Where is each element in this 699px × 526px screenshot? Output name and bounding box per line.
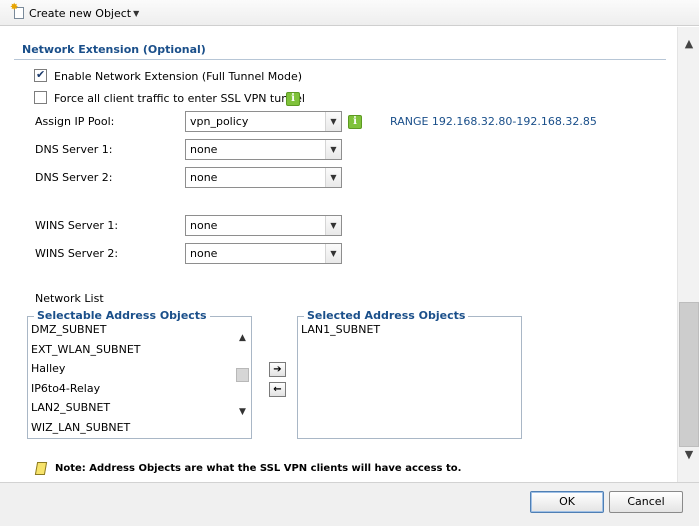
create-new-object-button[interactable]: ✸ Create new Object ▼ [10, 3, 140, 21]
list-item[interactable]: IP6to4-Relay [28, 382, 233, 402]
scroll-down-icon[interactable]: ▼ [234, 407, 251, 421]
ip-pool-range-text: RANGE 192.168.32.80-192.168.32.85 [390, 115, 597, 128]
chevron-down-icon: ▼ [133, 8, 140, 18]
info-icon[interactable]: i [286, 92, 300, 106]
selectable-address-objects-list[interactable]: DMZ_SUBNET EXT_WLAN_SUBNET Halley IP6to4… [28, 323, 233, 436]
list-item[interactable]: DMZ_SUBNET [28, 323, 233, 343]
scroll-thumb[interactable] [236, 368, 249, 382]
wins-server-2-select[interactable]: none ▼ [185, 243, 342, 264]
list-item[interactable]: Halley [28, 362, 233, 382]
selected-address-objects-list[interactable]: LAN1_SUBNET [298, 323, 518, 436]
left-arrow-icon: ← [273, 384, 282, 395]
assign-ip-pool-label: Assign IP Pool: [35, 115, 115, 128]
create-new-object-label: Create new Object [29, 6, 132, 20]
ok-button[interactable]: OK [530, 491, 604, 513]
note: Note: Address Objects are what the SSL V… [34, 460, 462, 476]
wins-server-1-label: WINS Server 1: [35, 219, 119, 232]
force-all-traffic-label: Force all client traffic to enter SSL VP… [54, 92, 305, 105]
add-to-selected-button[interactable]: ➔ [269, 362, 286, 377]
dropdown-arrow-icon: ▼ [325, 140, 341, 159]
note-text: Note: Address Objects are what the SSL V… [55, 462, 462, 474]
selectable-address-objects-box: Selectable Address Objects DMZ_SUBNET EX… [27, 309, 252, 439]
force-all-traffic-checkbox[interactable] [34, 91, 47, 104]
enable-network-extension-checkbox[interactable]: ✔ [34, 68, 47, 82]
selected-address-objects-box: Selected Address Objects LAN1_SUBNET [297, 309, 522, 439]
dns-server-2-value: none [190, 171, 218, 184]
dropdown-arrow-icon: ▼ [325, 244, 341, 263]
toolbar: ✸ Create new Object ▼ [0, 0, 699, 26]
list-item[interactable]: LAN2_SUBNET [28, 401, 233, 421]
wins-server-2-value: none [190, 247, 218, 260]
section-title: Network Extension (Optional) [22, 43, 206, 56]
checkmark-icon: ✔ [36, 68, 46, 81]
list-item[interactable]: WIZ_LAN_SUBNET [28, 421, 233, 437]
info-icon[interactable]: i [348, 115, 362, 129]
dropdown-arrow-icon: ▼ [325, 216, 341, 235]
selectable-list-scrollbar[interactable]: ▲ ▼ [234, 333, 251, 429]
dns-server-1-label: DNS Server 1: [35, 143, 113, 156]
new-object-icon: ✸ [10, 3, 26, 20]
dns-server-1-value: none [190, 143, 218, 156]
cancel-button[interactable]: Cancel [609, 491, 683, 513]
list-item[interactable]: EXT_WLAN_SUBNET [28, 343, 233, 363]
network-list-label: Network List [35, 292, 104, 305]
selected-address-objects-legend: Selected Address Objects [304, 309, 469, 322]
list-item[interactable]: LAN1_SUBNET [298, 323, 518, 343]
wins-server-2-label: WINS Server 2: [35, 247, 119, 260]
section-divider [14, 59, 666, 60]
wins-server-1-value: none [190, 219, 218, 232]
scroll-up-icon[interactable]: ▲ [678, 37, 699, 53]
scroll-thumb[interactable] [679, 302, 699, 447]
dropdown-arrow-icon: ▼ [325, 112, 341, 131]
right-arrow-icon: ➔ [273, 364, 282, 375]
scroll-up-icon[interactable]: ▲ [234, 333, 251, 347]
enable-network-extension-label: Enable Network Extension (Full Tunnel Mo… [54, 70, 303, 83]
dns-server-2-select[interactable]: none ▼ [185, 167, 342, 188]
main-scrollbar[interactable]: ▲ ▼ [677, 27, 699, 482]
selectable-address-objects-legend: Selectable Address Objects [34, 309, 210, 322]
wins-server-1-select[interactable]: none ▼ [185, 215, 342, 236]
dns-server-2-label: DNS Server 2: [35, 171, 113, 184]
note-icon [34, 460, 49, 476]
remove-from-selected-button[interactable]: ← [269, 382, 286, 397]
scroll-down-icon[interactable]: ▼ [678, 448, 699, 464]
assign-ip-pool-value: vpn_policy [190, 115, 249, 128]
dns-server-1-select[interactable]: none ▼ [185, 139, 342, 160]
dropdown-arrow-icon: ▼ [325, 168, 341, 187]
assign-ip-pool-select[interactable]: vpn_policy ▼ [185, 111, 342, 132]
dialog-footer: OK Cancel [0, 482, 699, 526]
dialog-content: Network Extension (Optional) ✔ Enable Ne… [0, 27, 676, 482]
